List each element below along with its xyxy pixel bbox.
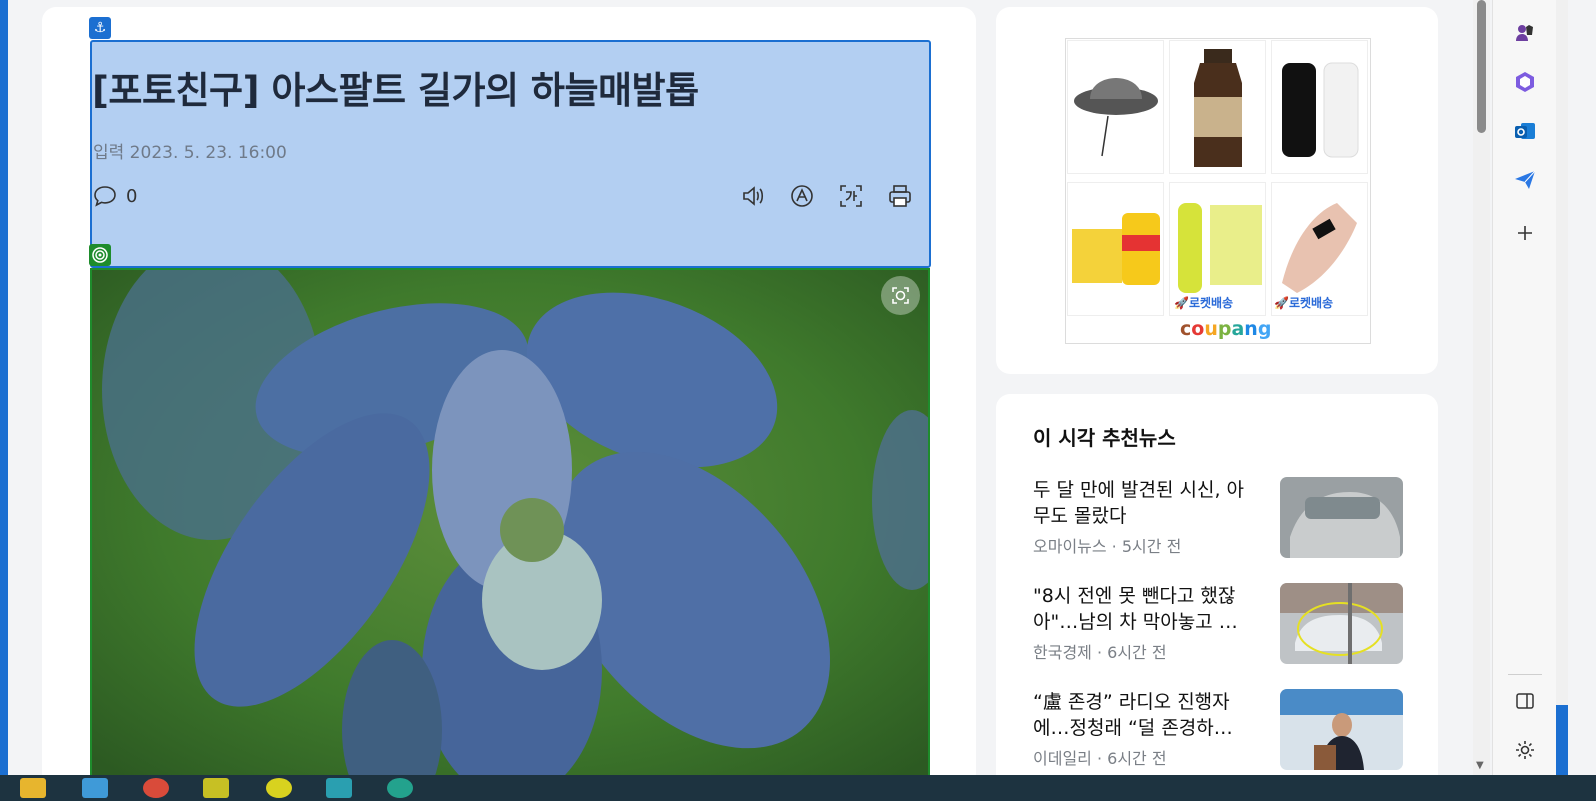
rocket-delivery-badge: 🚀로켓배송	[1274, 296, 1334, 310]
comment-count: 0	[126, 185, 138, 207]
article-photo[interactable]	[90, 268, 930, 788]
target-icon[interactable]	[89, 244, 111, 266]
image-zoom-button[interactable]	[881, 276, 920, 315]
print-icon[interactable]	[887, 183, 913, 209]
comment-button[interactable]: 0	[92, 184, 137, 208]
news-title[interactable]: 두 달 만에 발견된 시신, 아무도 몰랐다	[1033, 477, 1255, 529]
window-right-frame	[1556, 0, 1568, 705]
coupang-logo: coupang	[1180, 318, 1272, 340]
ad-product-arm-sleeves[interactable]	[1271, 40, 1368, 174]
news-source-time: 한국경제 · 6시간 전	[1033, 643, 1167, 662]
file-explorer-icon[interactable]	[20, 778, 46, 798]
news-thumbnail[interactable]	[1280, 583, 1403, 664]
news-source-time: 이데일리 · 6시간 전	[1033, 749, 1167, 768]
article-tools	[740, 183, 913, 209]
anchor-icon[interactable]: ⚓	[89, 17, 111, 39]
rocket-delivery-badge: 🚀로켓배송	[1174, 296, 1234, 310]
article-title: [포토친구] 아스팔트 길가의 하늘매발톱	[92, 69, 699, 112]
window-left-edge	[0, 0, 8, 775]
news-title[interactable]: “盧 존경” 라디오 진행자에…정청래 “덜 존경하…	[1033, 689, 1255, 741]
publish-date: 입력 2023. 5. 23. 16:00	[93, 143, 287, 163]
scroll-down-arrow-icon[interactable]: ▼	[1476, 760, 1484, 771]
news-title[interactable]: "8시 전엔 못 뺀다고 했잖아"…남의 차 막아놓고 …	[1033, 583, 1255, 635]
news-item[interactable]: 두 달 만에 발견된 시신, 아무도 몰랐다 오마이뉴스 · 5시간 전	[1033, 477, 1403, 559]
news-item[interactable]: “盧 존경” 라디오 진행자에…정청래 “덜 존경하… 이데일리 · 6시간 전	[1033, 689, 1403, 771]
taskbar	[0, 775, 1596, 801]
speech-bubble-icon	[94, 186, 116, 207]
app-icon[interactable]	[326, 778, 352, 798]
font-size-icon[interactable]	[838, 183, 864, 209]
sidebar-divider	[1508, 674, 1542, 675]
outlook-icon[interactable]	[1511, 117, 1539, 145]
chrome-icon[interactable]	[143, 778, 169, 798]
games-icon[interactable]	[1511, 19, 1539, 47]
speaker-icon[interactable]	[740, 183, 766, 209]
sidebar-panel-icon[interactable]	[1511, 687, 1539, 715]
app-icon[interactable]	[203, 778, 229, 798]
send-icon[interactable]	[1511, 166, 1539, 194]
scrollbar-thumb[interactable]	[1477, 0, 1486, 133]
recommended-news-heading: 이 시각 추천뉴스	[1033, 426, 1176, 450]
settings-gear-icon[interactable]	[1511, 736, 1539, 764]
news-thumbnail[interactable]	[1280, 477, 1403, 558]
app-icon[interactable]	[387, 778, 413, 798]
add-icon[interactable]	[1511, 219, 1539, 247]
news-thumbnail[interactable]	[1280, 689, 1403, 770]
ad-product-coffee[interactable]	[1169, 40, 1266, 174]
translate-icon[interactable]	[789, 183, 815, 209]
window-edge-accent	[1556, 705, 1568, 775]
news-item[interactable]: "8시 전엔 못 뺀다고 했잖아"…남의 차 막아놓고 … 한국경제 · 6시간…	[1033, 583, 1403, 665]
app-icon[interactable]	[82, 778, 108, 798]
ad-product-cola-can[interactable]	[1067, 182, 1164, 316]
news-source-time: 오마이뉴스 · 5시간 전	[1033, 537, 1182, 556]
app-icon[interactable]	[266, 778, 292, 798]
ad-product-bucket-hat[interactable]	[1067, 40, 1164, 174]
copilot-icon[interactable]	[1511, 68, 1539, 96]
